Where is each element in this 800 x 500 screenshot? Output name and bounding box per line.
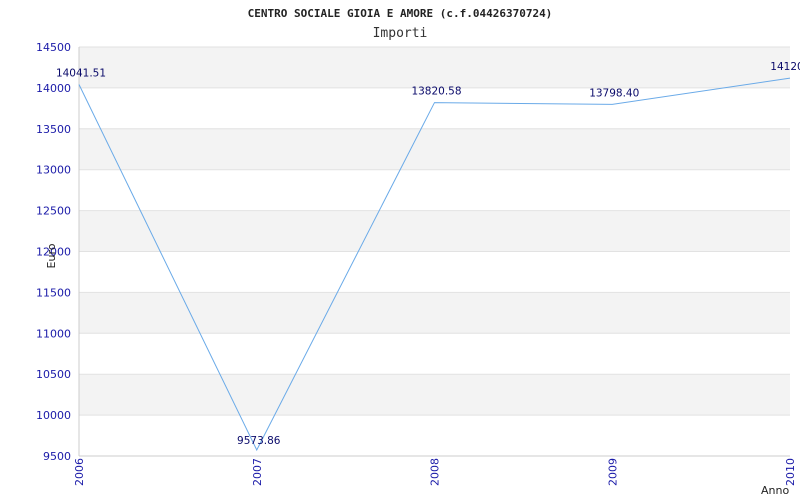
grid-band bbox=[79, 47, 790, 88]
y-tick-label: 10000 bbox=[36, 409, 71, 422]
line-chart: CENTRO SOCIALE GIOIA E AMORE (c.f.044263… bbox=[36, 7, 800, 497]
y-axis-label: Euro bbox=[45, 243, 58, 268]
x-tick-labels: 2006 2007 2008 2009 2010 bbox=[73, 458, 797, 486]
y-tick-label: 10500 bbox=[36, 368, 71, 381]
x-axis-label: Anno bbox=[761, 484, 789, 497]
y-tick-label: 11000 bbox=[36, 327, 71, 340]
y-tick-label: 13000 bbox=[36, 164, 71, 177]
data-label: 13798.40 bbox=[589, 87, 639, 99]
y-tick-label: 14500 bbox=[36, 41, 71, 54]
y-tick-label: 12500 bbox=[36, 205, 71, 218]
chart-title: CENTRO SOCIALE GIOIA E AMORE (c.f.044263… bbox=[248, 7, 553, 20]
grid-band bbox=[79, 292, 790, 334]
y-tick-label: 14000 bbox=[36, 82, 71, 95]
x-tick-label: 2009 bbox=[606, 458, 619, 486]
data-label: 14120.0 bbox=[770, 61, 800, 73]
data-label: 14041.51 bbox=[56, 68, 106, 80]
y-tick-label: 13500 bbox=[36, 123, 71, 136]
x-tick-label: 2008 bbox=[429, 458, 442, 486]
grid-band bbox=[79, 128, 790, 170]
data-label: 13820.58 bbox=[411, 86, 461, 98]
x-tick-label: 2006 bbox=[73, 458, 86, 486]
chart-subtitle: Importi bbox=[373, 26, 428, 41]
data-label: 9573.86 bbox=[237, 435, 281, 447]
y-tick-label: 11500 bbox=[36, 286, 71, 299]
grid-band bbox=[79, 210, 790, 252]
x-tick-label: 2007 bbox=[251, 458, 264, 486]
x-tick-label: 2010 bbox=[784, 458, 797, 486]
y-tick-label: 9500 bbox=[43, 450, 71, 463]
grid-band bbox=[79, 374, 790, 416]
